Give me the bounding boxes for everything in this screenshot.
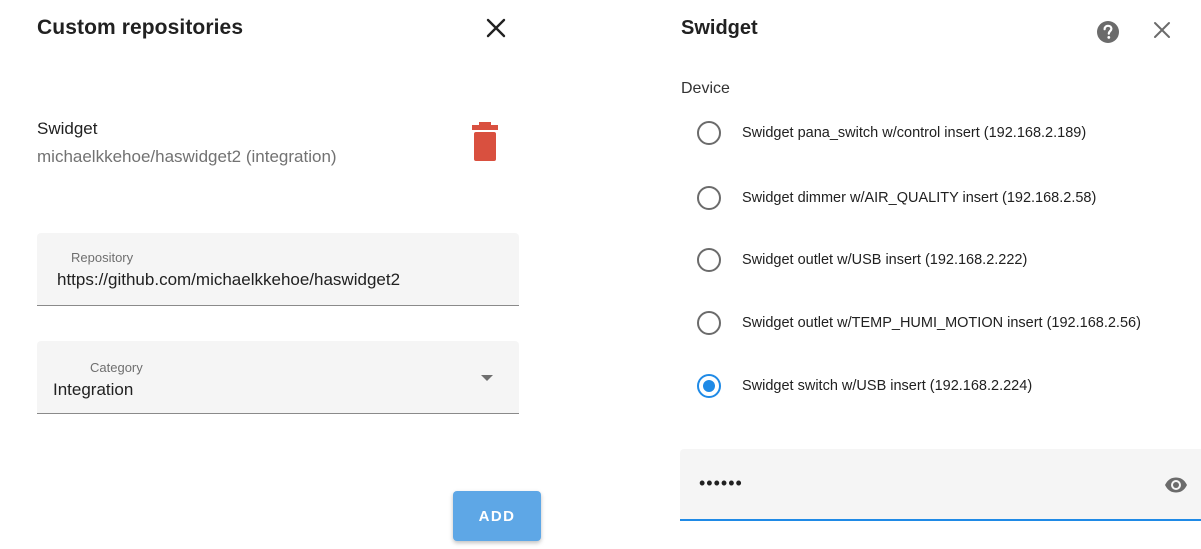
help-button[interactable]	[1096, 20, 1120, 44]
device-option-label: Swidget outlet w/TEMP_HUMI_MOTION insert…	[742, 315, 1141, 331]
repository-input[interactable]: Repository https://github.com/michaelkke…	[37, 233, 519, 306]
password-value: ••••••	[699, 473, 743, 493]
close-button[interactable]	[1147, 15, 1177, 45]
swidget-config-dialog: Swidget Device Swidget pana_switch w/con…	[661, 0, 1201, 549]
dialog-title: Swidget	[681, 17, 758, 39]
close-button[interactable]	[481, 13, 511, 43]
device-option-label: Swidget pana_switch w/control insert (19…	[742, 125, 1087, 141]
repository-label: Repository	[71, 250, 134, 265]
help-icon	[1097, 21, 1119, 43]
category-label: Category	[90, 360, 143, 375]
password-input[interactable]: ••••••	[680, 449, 1201, 521]
device-option-label: Swidget outlet w/USB insert (192.168.2.2…	[742, 252, 1028, 268]
dialog-title: Custom repositories	[37, 16, 244, 39]
device-option[interactable]: Swidget pana_switch w/control insert (19…	[697, 118, 1086, 148]
chevron-down-icon	[481, 375, 493, 381]
repository-value: https://github.com/michaelkkehoe/haswidg…	[57, 270, 401, 289]
repository-name: Swidget	[37, 119, 98, 138]
device-label: Device	[681, 80, 730, 97]
radio-button[interactable]	[697, 248, 721, 272]
radio-button[interactable]	[697, 186, 721, 210]
close-icon	[1154, 22, 1170, 38]
radio-button[interactable]	[697, 311, 721, 335]
category-value: Integration	[53, 380, 134, 399]
category-select[interactable]: Category Integration	[37, 341, 519, 414]
device-option-selected[interactable]: Swidget switch w/USB insert (192.168.2.2…	[697, 371, 1032, 401]
device-option[interactable]: Swidget outlet w/TEMP_HUMI_MOTION insert…	[697, 308, 1141, 338]
device-option[interactable]: Swidget outlet w/USB insert (192.168.2.2…	[697, 245, 1027, 275]
device-option-label: Swidget switch w/USB insert (192.168.2.2…	[742, 378, 1033, 394]
radio-button-checked[interactable]	[697, 374, 721, 398]
radio-button[interactable]	[697, 121, 721, 145]
toggle-visibility-button[interactable]	[1164, 473, 1188, 497]
delete-repository-button[interactable]	[470, 120, 500, 164]
add-button[interactable]: ADD	[453, 491, 541, 541]
trash-icon	[472, 122, 498, 161]
device-option[interactable]: Swidget dimmer w/AIR_QUALITY insert (192…	[697, 183, 1096, 213]
screenshot-stage: Custom repositories Swidget michaelkkeho…	[0, 0, 1201, 549]
close-icon	[486, 18, 506, 38]
custom-repositories-dialog: Custom repositories Swidget michaelkkeho…	[0, 0, 560, 549]
repository-path: michaelkkehoe/haswidget2 (integration)	[37, 147, 337, 166]
eye-icon	[1165, 477, 1187, 493]
device-option-label: Swidget dimmer w/AIR_QUALITY insert (192…	[742, 190, 1097, 206]
